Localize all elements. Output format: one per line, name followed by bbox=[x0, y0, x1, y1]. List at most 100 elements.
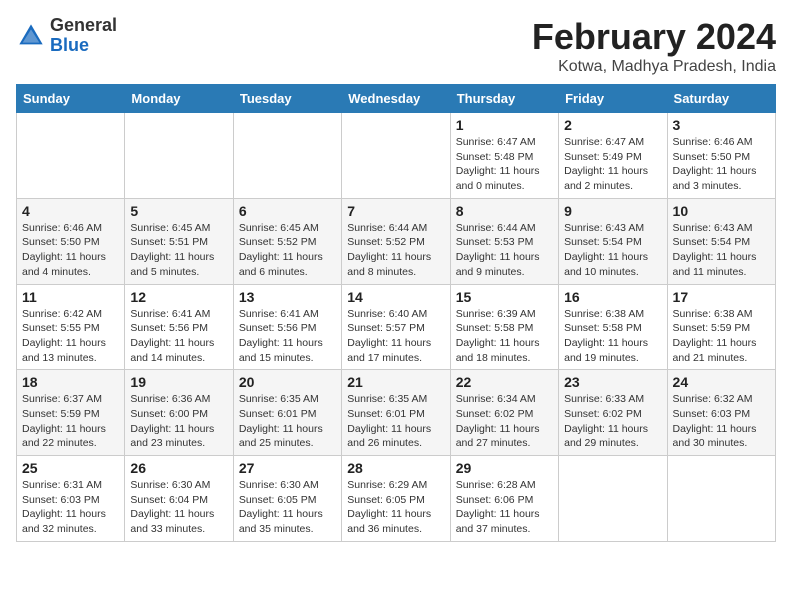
logo-text: General Blue bbox=[50, 16, 117, 56]
cell-info: Sunrise: 6:47 AM Sunset: 5:48 PM Dayligh… bbox=[456, 135, 553, 194]
day-number: 16 bbox=[564, 289, 661, 305]
calendar-cell: 22 Sunrise: 6:34 AM Sunset: 6:02 PM Dayli… bbox=[450, 370, 558, 456]
cell-info: Sunrise: 6:38 AM Sunset: 5:59 PM Dayligh… bbox=[673, 307, 770, 366]
cell-info: Sunrise: 6:45 AM Sunset: 5:52 PM Dayligh… bbox=[239, 221, 336, 280]
calendar-cell: 29 Sunrise: 6:28 AM Sunset: 6:06 PM Dayli… bbox=[450, 456, 558, 542]
month-title: February 2024 bbox=[532, 16, 776, 58]
logo: General Blue bbox=[16, 16, 117, 56]
calendar-cell: 9 Sunrise: 6:43 AM Sunset: 5:54 PM Daylig… bbox=[559, 198, 667, 284]
cell-info: Sunrise: 6:38 AM Sunset: 5:58 PM Dayligh… bbox=[564, 307, 661, 366]
calendar-cell: 21Sunrise: 6:35 AM Sunset: 6:01 PM Dayli… bbox=[342, 370, 450, 456]
day-number: 24 bbox=[673, 374, 770, 390]
cell-info: Sunrise: 6:30 AM Sunset: 6:04 PM Dayligh… bbox=[130, 478, 227, 537]
cell-info: Sunrise: 6:28 AM Sunset: 6:06 PM Dayligh… bbox=[456, 478, 553, 537]
day-number: 2 bbox=[564, 117, 661, 133]
weekday-header: Friday bbox=[559, 85, 667, 113]
calendar-cell bbox=[233, 113, 341, 199]
day-number: 14 bbox=[347, 289, 444, 305]
calendar-cell: 3 Sunrise: 6:46 AM Sunset: 5:50 PM Daylig… bbox=[667, 113, 775, 199]
calendar-cell: 14 Sunrise: 6:40 AM Sunset: 5:57 PM Dayli… bbox=[342, 284, 450, 370]
calendar-cell: 10 Sunrise: 6:43 AM Sunset: 5:54 PM Dayli… bbox=[667, 198, 775, 284]
calendar-table: SundayMondayTuesdayWednesdayThursdayFrid… bbox=[16, 84, 776, 542]
day-number: 18 bbox=[22, 374, 119, 390]
cell-info: Sunrise: 6:47 AM Sunset: 5:49 PM Dayligh… bbox=[564, 135, 661, 194]
weekday-header-row: SundayMondayTuesdayWednesdayThursdayFrid… bbox=[17, 85, 776, 113]
cell-info: Sunrise: 6:35 AM Sunset: 6:01 PM Dayligh… bbox=[239, 392, 336, 451]
day-number: 28 bbox=[347, 460, 444, 476]
cell-info: Sunrise: 6:41 AM Sunset: 5:56 PM Dayligh… bbox=[130, 307, 227, 366]
day-number: 26 bbox=[130, 460, 227, 476]
cell-info: Sunrise: 6:29 AM Sunset: 6:05 PM Dayligh… bbox=[347, 478, 444, 537]
cell-info: Sunrise: 6:37 AM Sunset: 5:59 PM Dayligh… bbox=[22, 392, 119, 451]
cell-info: Sunrise: 6:43 AM Sunset: 5:54 PM Dayligh… bbox=[673, 221, 770, 280]
day-number: 9 bbox=[564, 203, 661, 219]
day-number: 20 bbox=[239, 374, 336, 390]
location-subtitle: Kotwa, Madhya Pradesh, India bbox=[532, 58, 776, 76]
day-number: 13 bbox=[239, 289, 336, 305]
day-number: 29 bbox=[456, 460, 553, 476]
cell-info: Sunrise: 6:31 AM Sunset: 6:03 PM Dayligh… bbox=[22, 478, 119, 537]
calendar-cell: 6 Sunrise: 6:45 AM Sunset: 5:52 PM Daylig… bbox=[233, 198, 341, 284]
calendar-cell: 25 Sunrise: 6:31 AM Sunset: 6:03 PM Dayli… bbox=[17, 456, 125, 542]
calendar-cell: 27 Sunrise: 6:30 AM Sunset: 6:05 PM Dayli… bbox=[233, 456, 341, 542]
weekday-header: Tuesday bbox=[233, 85, 341, 113]
weekday-header: Sunday bbox=[17, 85, 125, 113]
day-number: 7 bbox=[347, 203, 444, 219]
cell-info: Sunrise: 6:36 AM Sunset: 6:00 PM Dayligh… bbox=[130, 392, 227, 451]
calendar-cell bbox=[342, 113, 450, 199]
day-number: 8 bbox=[456, 203, 553, 219]
weekday-header: Saturday bbox=[667, 85, 775, 113]
calendar-week-row: 25 Sunrise: 6:31 AM Sunset: 6:03 PM Dayli… bbox=[17, 456, 776, 542]
day-number: 10 bbox=[673, 203, 770, 219]
cell-info: Sunrise: 6:40 AM Sunset: 5:57 PM Dayligh… bbox=[347, 307, 444, 366]
cell-info: Sunrise: 6:30 AM Sunset: 6:05 PM Dayligh… bbox=[239, 478, 336, 537]
day-number: 25 bbox=[22, 460, 119, 476]
day-number: 22 bbox=[456, 374, 553, 390]
calendar-cell: 4 Sunrise: 6:46 AM Sunset: 5:50 PM Daylig… bbox=[17, 198, 125, 284]
calendar-week-row: 11 Sunrise: 6:42 AM Sunset: 5:55 PM Dayli… bbox=[17, 284, 776, 370]
cell-info: Sunrise: 6:35 AM Sunset: 6:01 PM Dayligh… bbox=[347, 392, 444, 451]
calendar-cell: 12 Sunrise: 6:41 AM Sunset: 5:56 PM Dayli… bbox=[125, 284, 233, 370]
day-number: 11 bbox=[22, 289, 119, 305]
cell-info: Sunrise: 6:39 AM Sunset: 5:58 PM Dayligh… bbox=[456, 307, 553, 366]
calendar-cell: 24 Sunrise: 6:32 AM Sunset: 6:03 PM Dayli… bbox=[667, 370, 775, 456]
cell-info: Sunrise: 6:41 AM Sunset: 5:56 PM Dayligh… bbox=[239, 307, 336, 366]
calendar-cell: 1 Sunrise: 6:47 AM Sunset: 5:48 PM Daylig… bbox=[450, 113, 558, 199]
calendar-cell: 19Sunrise: 6:36 AM Sunset: 6:00 PM Dayli… bbox=[125, 370, 233, 456]
day-number: 15 bbox=[456, 289, 553, 305]
cell-info: Sunrise: 6:44 AM Sunset: 5:52 PM Dayligh… bbox=[347, 221, 444, 280]
calendar-cell: 26 Sunrise: 6:30 AM Sunset: 6:04 PM Dayli… bbox=[125, 456, 233, 542]
day-number: 4 bbox=[22, 203, 119, 219]
cell-info: Sunrise: 6:46 AM Sunset: 5:50 PM Dayligh… bbox=[673, 135, 770, 194]
cell-info: Sunrise: 6:44 AM Sunset: 5:53 PM Dayligh… bbox=[456, 221, 553, 280]
day-number: 27 bbox=[239, 460, 336, 476]
calendar-cell: 5Sunrise: 6:45 AM Sunset: 5:51 PM Daylig… bbox=[125, 198, 233, 284]
calendar-cell: 7 Sunrise: 6:44 AM Sunset: 5:52 PM Daylig… bbox=[342, 198, 450, 284]
cell-info: Sunrise: 6:46 AM Sunset: 5:50 PM Dayligh… bbox=[22, 221, 119, 280]
calendar-week-row: 1 Sunrise: 6:47 AM Sunset: 5:48 PM Daylig… bbox=[17, 113, 776, 199]
calendar-week-row: 4 Sunrise: 6:46 AM Sunset: 5:50 PM Daylig… bbox=[17, 198, 776, 284]
logo-blue-text: Blue bbox=[50, 36, 117, 56]
calendar-cell bbox=[559, 456, 667, 542]
calendar-cell: 20 Sunrise: 6:35 AM Sunset: 6:01 PM Dayli… bbox=[233, 370, 341, 456]
calendar-cell: 2 Sunrise: 6:47 AM Sunset: 5:49 PM Daylig… bbox=[559, 113, 667, 199]
cell-info: Sunrise: 6:34 AM Sunset: 6:02 PM Dayligh… bbox=[456, 392, 553, 451]
title-area: February 2024 Kotwa, Madhya Pradesh, Ind… bbox=[532, 16, 776, 76]
logo-icon bbox=[16, 21, 46, 51]
calendar-cell: 23Sunrise: 6:33 AM Sunset: 6:02 PM Dayli… bbox=[559, 370, 667, 456]
cell-info: Sunrise: 6:43 AM Sunset: 5:54 PM Dayligh… bbox=[564, 221, 661, 280]
calendar-week-row: 18 Sunrise: 6:37 AM Sunset: 5:59 PM Dayli… bbox=[17, 370, 776, 456]
calendar-cell: 8 Sunrise: 6:44 AM Sunset: 5:53 PM Daylig… bbox=[450, 198, 558, 284]
logo-general-text: General bbox=[50, 16, 117, 36]
cell-info: Sunrise: 6:45 AM Sunset: 5:51 PM Dayligh… bbox=[130, 221, 227, 280]
calendar-cell bbox=[17, 113, 125, 199]
day-number: 3 bbox=[673, 117, 770, 133]
cell-info: Sunrise: 6:32 AM Sunset: 6:03 PM Dayligh… bbox=[673, 392, 770, 451]
cell-info: Sunrise: 6:42 AM Sunset: 5:55 PM Dayligh… bbox=[22, 307, 119, 366]
day-number: 1 bbox=[456, 117, 553, 133]
cell-info: Sunrise: 6:33 AM Sunset: 6:02 PM Dayligh… bbox=[564, 392, 661, 451]
day-number: 6 bbox=[239, 203, 336, 219]
calendar-cell: 15 Sunrise: 6:39 AM Sunset: 5:58 PM Dayli… bbox=[450, 284, 558, 370]
day-number: 12 bbox=[130, 289, 227, 305]
calendar-cell bbox=[667, 456, 775, 542]
